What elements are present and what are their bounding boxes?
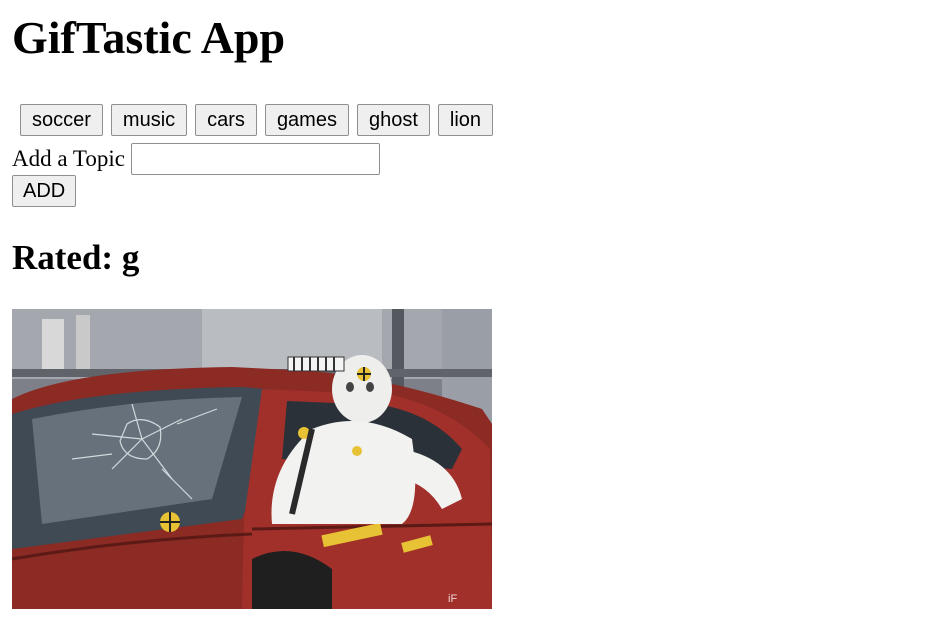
add-topic-label: Add a Topic bbox=[12, 146, 125, 171]
add-button[interactable]: ADD bbox=[12, 175, 77, 207]
topic-button-ghost[interactable]: ghost bbox=[356, 104, 430, 136]
crash-test-dummy-car-image: iF bbox=[12, 309, 492, 609]
topic-button-music[interactable]: music bbox=[110, 104, 188, 136]
gif-rating-heading: Rated: g bbox=[12, 238, 140, 277]
gif-image[interactable]: iF bbox=[12, 309, 492, 609]
topic-button-cars[interactable]: cars bbox=[195, 104, 257, 136]
topic-input[interactable] bbox=[130, 143, 380, 175]
topic-button-soccer[interactable]: soccer bbox=[20, 104, 103, 136]
gif-watermark: iF bbox=[448, 593, 457, 605]
topic-button-bar: soccer music cars games ghost lion bbox=[20, 104, 494, 136]
add-topic-row: Add a Topic bbox=[12, 143, 380, 175]
page-title: GifTastic App bbox=[12, 12, 286, 63]
topic-button-games[interactable]: games bbox=[264, 104, 349, 136]
topic-button-lion[interactable]: lion bbox=[437, 104, 494, 136]
